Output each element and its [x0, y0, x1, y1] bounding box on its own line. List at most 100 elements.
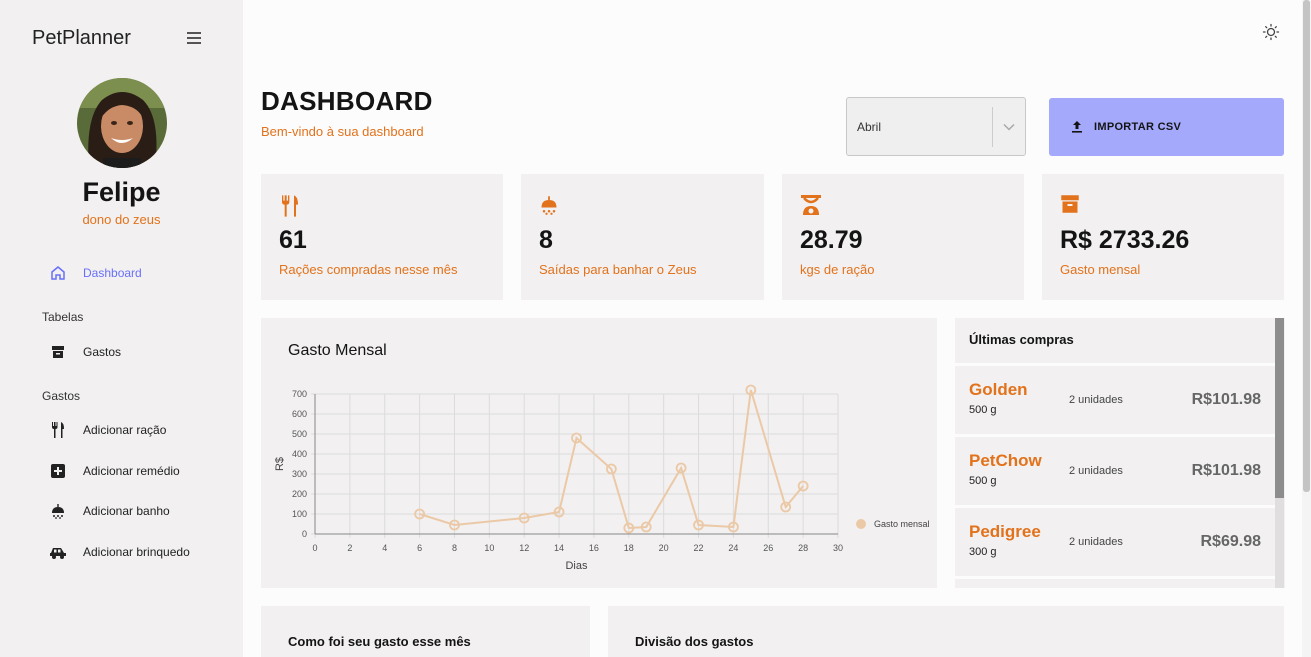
line-chart: 0 2 4 6 8 10 12 14 16 18 20 22 24 26 28 300100200300400…	[274, 384, 930, 572]
avatar	[77, 78, 167, 168]
purchase-weight: 500 g	[969, 404, 997, 416]
purchase-name: PetChow	[969, 451, 1042, 470]
stat-label: Saídas para banhar o Zeus	[539, 262, 697, 277]
toy-car-icon	[48, 542, 68, 562]
stat-label: kgs de ração	[800, 262, 875, 277]
nav-add-remedio[interactable]: Adicionar remédio	[48, 459, 180, 483]
chevron-down-icon	[993, 123, 1025, 131]
shower-icon	[539, 194, 563, 218]
x-tick-label: 18	[624, 543, 634, 553]
x-tick-label: 26	[763, 543, 773, 553]
nav-add-brinquedo[interactable]: Adicionar brinquedo	[48, 540, 190, 564]
y-tick-label: 700	[292, 389, 307, 399]
y-tick-label: 300	[292, 469, 307, 479]
monthly-spend-card: Como foi seu gasto esse mês	[261, 606, 590, 657]
stat-card-kgs: 28.79 kgs de ração	[782, 174, 1024, 300]
purchase-name: Golden	[969, 380, 1028, 399]
archive-icon	[1060, 194, 1084, 218]
month-select-value: Abril	[857, 119, 882, 134]
nav-section-tables: Tabelas	[42, 310, 84, 324]
nav-gastos-label: Gastos	[83, 345, 122, 359]
import-csv-label: IMPORTAR CSV	[1094, 121, 1182, 133]
shower-icon	[48, 501, 68, 521]
x-tick-label: 16	[589, 543, 599, 553]
nav-add-banho[interactable]: Adicionar banho	[48, 499, 170, 523]
nav-section-gastos: Gastos	[42, 389, 81, 403]
utensils-icon	[48, 420, 68, 440]
purchase-price: R$69.98	[1200, 533, 1262, 550]
purchase-qty: 2 unidades	[1069, 394, 1123, 406]
chart-card: Gasto Mensal 0 2 4 6 8 10 12 14 16 18 20 22 24 26 28 30…	[261, 318, 937, 588]
month-select[interactable]: Abril	[846, 97, 1026, 156]
purchase-row[interactable]: Pedigree 300 g 2 unidades R$69.98	[955, 505, 1276, 573]
purchase-name: Pedigree	[969, 522, 1041, 541]
purchases-title: Últimas compras	[969, 332, 1074, 347]
medical-plus-icon	[48, 461, 68, 481]
x-tick-label: 20	[659, 543, 669, 553]
page-scrollbar-thumb[interactable]	[1303, 0, 1310, 492]
x-tick-label: 12	[519, 543, 529, 553]
nav-dashboard[interactable]: Dashboard	[48, 261, 142, 285]
nav-add-banho-label: Adicionar banho	[83, 504, 170, 518]
menu-icon[interactable]	[187, 32, 203, 46]
user-role: dono do zeus	[82, 212, 161, 227]
x-tick-label: 28	[798, 543, 808, 553]
stat-value: 61	[279, 226, 307, 254]
legend-label: Gasto mensal	[874, 519, 930, 529]
purchase-price: R$101.98	[1191, 391, 1261, 408]
x-tick-label: 2	[347, 543, 352, 553]
monthly-spend-title: Como foi seu gasto esse mês	[288, 634, 471, 649]
x-axis-label: Dias	[565, 560, 588, 572]
y-tick-label: 0	[302, 529, 307, 539]
spend-division-card: Divisão dos gastos	[608, 606, 1284, 657]
home-icon	[48, 263, 68, 283]
legend-swatch	[856, 519, 866, 529]
purchase-row[interactable]: Golden 500 g 2 unidades R$101.98	[955, 363, 1276, 431]
purchase-weight: 500 g	[969, 475, 997, 487]
x-tick-label: 10	[484, 543, 494, 553]
latest-purchases: Últimas compras Golden 500 g 2 unidades …	[955, 318, 1285, 588]
x-tick-label: 30	[833, 543, 843, 553]
page-subtitle: Bem-vindo à sua dashboard	[261, 124, 424, 139]
purchases-scrollbar[interactable]	[1275, 318, 1284, 588]
app-title: PetPlanner	[32, 27, 131, 49]
purchase-row-separator	[955, 576, 1276, 588]
purchase-price: R$101.98	[1191, 462, 1261, 479]
stat-card-gasto: R$ 2733.26 Gasto mensal	[1042, 174, 1284, 300]
purchase-qty: 2 unidades	[1069, 465, 1123, 477]
x-tick-label: 24	[728, 543, 738, 553]
purchase-weight: 300 g	[969, 546, 997, 558]
purchase-row[interactable]: PetChow 500 g 2 unidades R$101.98	[955, 434, 1276, 502]
x-tick-label: 0	[312, 543, 317, 553]
scale-icon	[800, 194, 824, 218]
nav-add-brinquedo-label: Adicionar brinquedo	[83, 545, 190, 559]
spend-division-title: Divisão dos gastos	[635, 634, 754, 649]
import-csv-button[interactable]: IMPORTAR CSV	[1049, 98, 1284, 156]
nav-add-remedio-label: Adicionar remédio	[83, 464, 180, 478]
stat-value: 8	[539, 226, 553, 254]
stat-value: 28.79	[800, 226, 863, 254]
scrollbar-thumb[interactable]	[1275, 318, 1284, 498]
utensils-icon	[279, 194, 303, 218]
sidebar: PetPlanner Felipe dono do zeus Dashboard…	[0, 0, 243, 657]
y-tick-label: 100	[292, 509, 307, 519]
stat-card-racoes: 61 Rações compradas nesse mês	[261, 174, 503, 300]
stat-card-banhos: 8 Saídas para banhar o Zeus	[521, 174, 764, 300]
stat-value: R$ 2733.26	[1060, 226, 1190, 254]
x-tick-label: 14	[554, 543, 564, 553]
x-tick-label: 4	[382, 543, 387, 553]
nav-dashboard-label: Dashboard	[83, 266, 142, 280]
x-tick-label: 6	[417, 543, 422, 553]
y-tick-label: 600	[292, 409, 307, 419]
y-axis-label: R$	[274, 457, 286, 471]
sun-icon[interactable]	[1262, 23, 1280, 41]
y-tick-label: 400	[292, 449, 307, 459]
user-name: Felipe	[82, 177, 161, 207]
nav-add-racao[interactable]: Adicionar ração	[48, 418, 166, 442]
y-tick-label: 200	[292, 489, 307, 499]
nav-add-racao-label: Adicionar ração	[83, 423, 167, 437]
nav-gastos[interactable]: Gastos	[48, 340, 121, 364]
page-scrollbar[interactable]	[1302, 0, 1311, 657]
x-tick-label: 22	[694, 543, 704, 553]
x-tick-label: 8	[452, 543, 457, 553]
